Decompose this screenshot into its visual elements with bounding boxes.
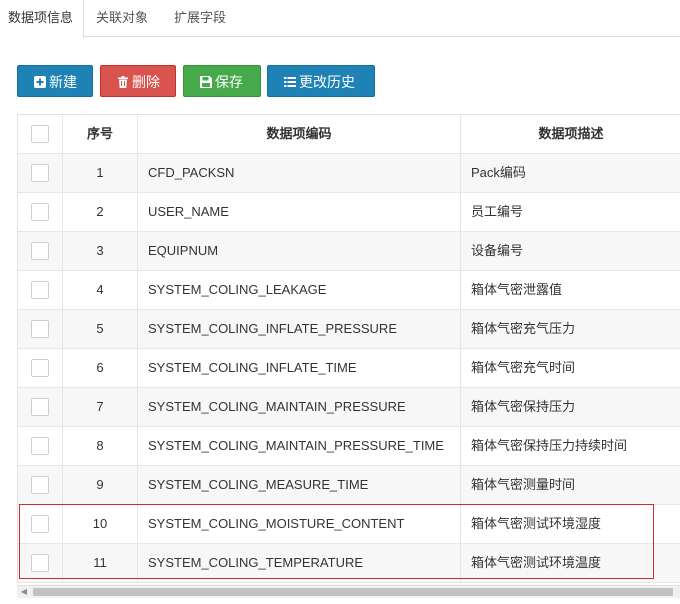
table-row[interactable]: 9 SYSTEM_COLING_MEASURE_TIME 箱体气密测量时间 [18, 466, 680, 505]
change-history-button-label: 更改历史 [299, 74, 355, 90]
row-index: 3 [63, 232, 138, 270]
select-all-cell [18, 115, 63, 153]
table-row[interactable]: 1 CFD_PACKSN Pack编码 [18, 154, 680, 193]
plus-square-icon [34, 76, 46, 88]
header-code[interactable]: 数据项编码 [138, 115, 461, 153]
horizontal-scrollbar[interactable]: ◀ [17, 585, 680, 598]
row-checkbox[interactable] [31, 515, 49, 533]
row-checkbox-cell [18, 310, 63, 348]
row-code[interactable]: CFD_PACKSN [138, 154, 461, 192]
row-checkbox[interactable] [31, 359, 49, 377]
row-code[interactable]: SYSTEM_COLING_MEASURE_TIME [138, 466, 461, 504]
row-checkbox-cell [18, 193, 63, 231]
row-code[interactable]: EQUIPNUM [138, 232, 461, 270]
row-checkbox-cell [18, 388, 63, 426]
row-description[interactable]: 箱体气密测试环境温度 [461, 544, 680, 582]
row-checkbox-cell [18, 544, 63, 582]
save-button-label: 保存 [215, 74, 243, 90]
row-description[interactable]: 箱体气密充气压力 [461, 310, 680, 348]
row-description[interactable]: 箱体气密测试环境湿度 [461, 505, 680, 543]
delete-button-label: 删除 [132, 74, 160, 90]
row-index: 10 [63, 505, 138, 543]
table-row[interactable]: 7 SYSTEM_COLING_MAINTAIN_PRESSURE 箱体气密保持… [18, 388, 680, 427]
table-row[interactable]: 11 SYSTEM_COLING_TEMPERATURE 箱体气密测试环境温度 [18, 544, 680, 583]
header-index[interactable]: 序号 [63, 115, 138, 153]
table-row[interactable]: 10 SYSTEM_COLING_MOISTURE_CONTENT 箱体气密测试… [18, 505, 680, 544]
select-all-checkbox[interactable] [31, 125, 49, 143]
row-description[interactable]: 设备编号 [461, 232, 680, 270]
row-checkbox[interactable] [31, 281, 49, 299]
trash-icon [118, 76, 128, 88]
save-button[interactable]: 保存 [183, 65, 261, 97]
row-code[interactable]: SYSTEM_COLING_MOISTURE_CONTENT [138, 505, 461, 543]
row-code[interactable]: SYSTEM_COLING_MAINTAIN_PRESSURE [138, 388, 461, 426]
row-checkbox[interactable] [31, 242, 49, 260]
data-items-table: 序号 数据项编码 数据项描述 1 CFD_PACKSN Pack编码 2 USE… [17, 114, 680, 583]
header-description[interactable]: 数据项描述 [461, 115, 680, 153]
row-index: 6 [63, 349, 138, 387]
list-icon [284, 77, 296, 87]
chevron-left-icon[interactable]: ◀ [17, 586, 31, 598]
row-code[interactable]: USER_NAME [138, 193, 461, 231]
row-checkbox[interactable] [31, 164, 49, 182]
tab-bar: 数据项信息 关联对象 扩展字段 [0, 0, 680, 38]
row-index: 2 [63, 193, 138, 231]
row-index: 11 [63, 544, 138, 582]
table-row[interactable]: 4 SYSTEM_COLING_LEAKAGE 箱体气密泄露值 [18, 271, 680, 310]
row-description[interactable]: 员工编号 [461, 193, 680, 231]
row-description[interactable]: 箱体气密充气时间 [461, 349, 680, 387]
row-description[interactable]: 箱体气密泄露值 [461, 271, 680, 309]
row-code[interactable]: SYSTEM_COLING_LEAKAGE [138, 271, 461, 309]
table-header: 序号 数据项编码 数据项描述 [18, 115, 680, 154]
row-index: 9 [63, 466, 138, 504]
row-checkbox-cell [18, 505, 63, 543]
row-code[interactable]: SYSTEM_COLING_INFLATE_PRESSURE [138, 310, 461, 348]
row-checkbox[interactable] [31, 320, 49, 338]
row-index: 4 [63, 271, 138, 309]
table-row[interactable]: 2 USER_NAME 员工编号 [18, 193, 680, 232]
row-index: 8 [63, 427, 138, 465]
row-code[interactable]: SYSTEM_COLING_TEMPERATURE [138, 544, 461, 582]
row-description[interactable]: Pack编码 [461, 154, 680, 192]
row-code[interactable]: SYSTEM_COLING_INFLATE_TIME [138, 349, 461, 387]
floppy-disk-icon [200, 76, 212, 88]
table-row[interactable]: 5 SYSTEM_COLING_INFLATE_PRESSURE 箱体气密充气压… [18, 310, 680, 349]
new-button-label: 新建 [49, 74, 77, 90]
table-row[interactable]: 6 SYSTEM_COLING_INFLATE_TIME 箱体气密充气时间 [18, 349, 680, 388]
row-checkbox-cell [18, 427, 63, 465]
row-index: 1 [63, 154, 138, 192]
row-checkbox-cell [18, 271, 63, 309]
tab-related-objects[interactable]: 关联对象 [88, 0, 156, 37]
new-button[interactable]: 新建 [17, 65, 93, 97]
row-checkbox-cell [18, 349, 63, 387]
row-checkbox[interactable] [31, 476, 49, 494]
row-checkbox[interactable] [31, 203, 49, 221]
table-row[interactable]: 8 SYSTEM_COLING_MAINTAIN_PRESSURE_TIME 箱… [18, 427, 680, 466]
row-checkbox-cell [18, 154, 63, 192]
tab-extended-fields[interactable]: 扩展字段 [166, 0, 234, 37]
table-row[interactable]: 3 EQUIPNUM 设备编号 [18, 232, 680, 271]
delete-button[interactable]: 删除 [100, 65, 176, 97]
row-description[interactable]: 箱体气密保持压力持续时间 [461, 427, 680, 465]
row-index: 5 [63, 310, 138, 348]
row-checkbox[interactable] [31, 398, 49, 416]
scrollbar-thumb[interactable] [33, 588, 673, 596]
tab-data-item-info[interactable]: 数据项信息 [0, 0, 84, 38]
row-checkbox-cell [18, 466, 63, 504]
row-description[interactable]: 箱体气密保持压力 [461, 388, 680, 426]
row-checkbox[interactable] [31, 437, 49, 455]
row-checkbox-cell [18, 232, 63, 270]
row-index: 7 [63, 388, 138, 426]
change-history-button[interactable]: 更改历史 [267, 65, 375, 97]
row-checkbox[interactable] [31, 554, 49, 572]
row-description[interactable]: 箱体气密测量时间 [461, 466, 680, 504]
row-code[interactable]: SYSTEM_COLING_MAINTAIN_PRESSURE_TIME [138, 427, 461, 465]
